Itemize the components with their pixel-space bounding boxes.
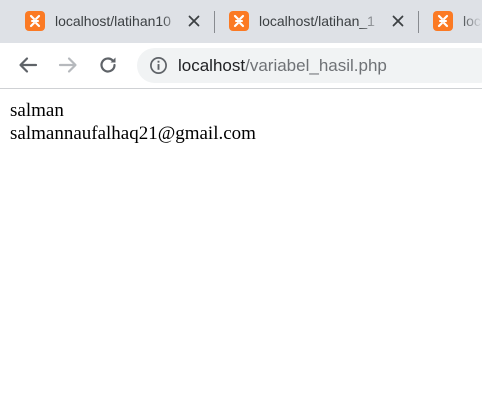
tab-title: loc: [463, 12, 482, 30]
forward-button[interactable]: [56, 53, 80, 77]
tab-latihan-1[interactable]: localhost/latihan_1: [229, 6, 409, 37]
tab-title-fade: [360, 12, 382, 30]
url-path: /variabel_hasil.php: [245, 56, 387, 75]
tab-separator: [418, 11, 419, 33]
tab-third[interactable]: loc: [433, 6, 482, 37]
page-content: salman salmannaufalhaq21@gmail.com: [10, 99, 256, 145]
arrow-left-icon: [19, 57, 38, 73]
url-host: localhost: [178, 56, 246, 75]
arrow-right-icon: [58, 57, 77, 73]
back-button[interactable]: [16, 53, 40, 77]
tab-title: localhost/latihan10: [55, 12, 183, 30]
url-text[interactable]: localhost/variabel_hasil.php: [178, 56, 387, 76]
reload-icon: [100, 57, 116, 73]
tab-separator: [214, 11, 215, 33]
browser-toolbar: localhost/variabel_hasil.php: [0, 43, 482, 88]
xampp-favicon-icon: [229, 11, 249, 31]
output-email: salmannaufalhaq21@gmail.com: [10, 123, 256, 144]
browser-window: localhost/latihan10 localhost/latihan_1: [0, 0, 482, 401]
tab-title-fade: [463, 12, 482, 30]
tab-title: localhost/latihan_1: [259, 12, 382, 30]
close-icon[interactable]: [391, 14, 405, 28]
close-icon[interactable]: [187, 14, 201, 28]
reload-button[interactable]: [96, 53, 120, 77]
address-bar[interactable]: localhost/variabel_hasil.php: [137, 48, 482, 83]
toolbar-divider: [0, 88, 482, 89]
info-icon[interactable]: [149, 56, 168, 75]
tab-strip: localhost/latihan10 localhost/latihan_1: [0, 0, 482, 43]
output-name: salman: [10, 100, 64, 121]
tab-title-fade: [161, 12, 183, 30]
xampp-favicon-icon: [25, 11, 45, 31]
tab-latihan10[interactable]: localhost/latihan10: [25, 6, 205, 37]
xampp-favicon-icon: [433, 11, 453, 31]
